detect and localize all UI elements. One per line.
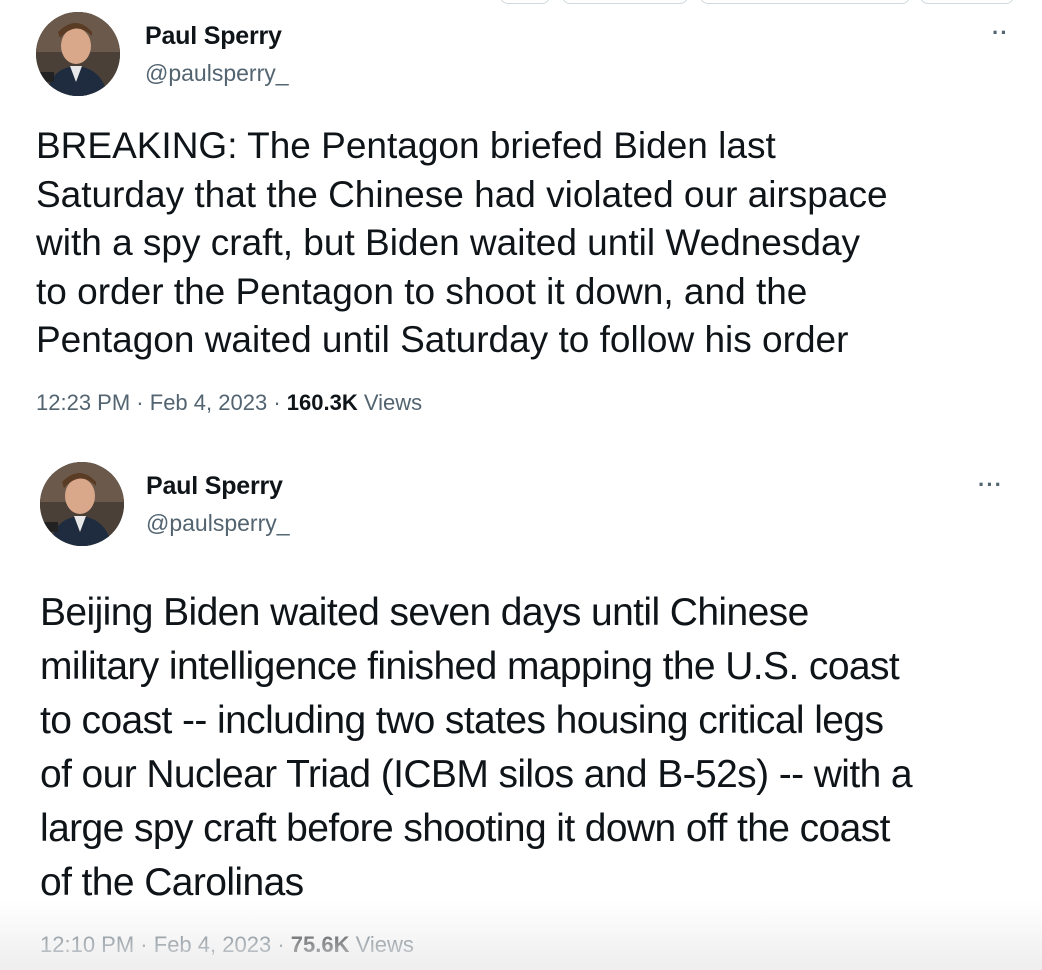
tweet-metadata: 12:23 PM · Feb 4, 2023 · 160.3K Views xyxy=(36,390,422,416)
avatar-image xyxy=(36,12,120,96)
views-count: 160.3K xyxy=(286,390,358,415)
tweet-text: Beijing Biden waited seven days until Ch… xyxy=(40,591,913,904)
tweet[interactable]: Paul Sperry @paulsperry_ ·· BREAKING: Th… xyxy=(0,0,1042,430)
avatar-image xyxy=(40,462,124,546)
more-options-icon[interactable]: ··· xyxy=(978,472,1003,498)
views-label: Views xyxy=(355,932,414,957)
separator: · xyxy=(277,932,285,957)
tweet-date[interactable]: Feb 4, 2023 xyxy=(150,390,267,415)
separator: · xyxy=(136,390,144,415)
tweet-date[interactable]: Feb 4, 2023 xyxy=(154,932,271,957)
tweet-text: BREAKING: The Pentagon briefed Biden las… xyxy=(36,125,888,360)
views-count: 75.6K xyxy=(290,932,350,957)
user-handle[interactable]: @paulsperry_ xyxy=(146,510,290,537)
avatar[interactable] xyxy=(36,12,120,96)
tweet[interactable]: Paul Sperry @paulsperry_ ··· Beijing Bid… xyxy=(0,450,1042,970)
tweet-time[interactable]: 12:23 PM xyxy=(36,390,130,415)
display-name[interactable]: Paul Sperry xyxy=(146,472,283,501)
tweet-metadata: 12:10 PM · Feb 4, 2023 · 75.6K Views xyxy=(40,932,414,958)
separator: · xyxy=(273,390,281,415)
more-options-icon[interactable]: ·· xyxy=(992,20,1009,46)
tweet-time[interactable]: 12:10 PM xyxy=(40,932,134,957)
views-label: Views xyxy=(363,390,423,415)
avatar[interactable] xyxy=(40,462,124,546)
separator: · xyxy=(140,932,148,957)
display-name[interactable]: Paul Sperry xyxy=(145,22,282,51)
user-handle[interactable]: @paulsperry_ xyxy=(145,60,289,87)
